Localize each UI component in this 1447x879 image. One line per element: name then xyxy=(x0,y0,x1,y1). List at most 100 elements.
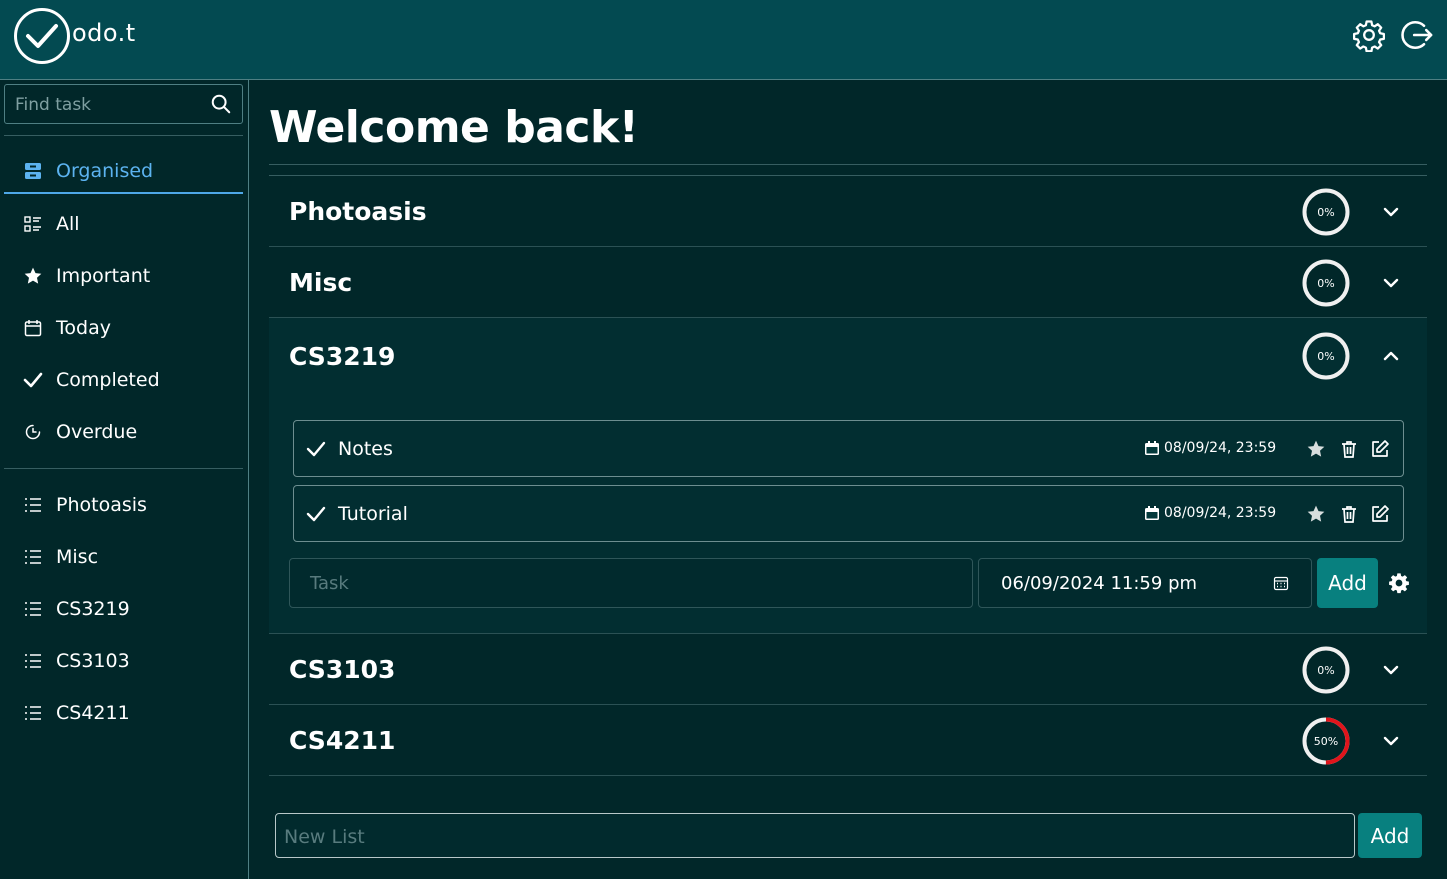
star-icon[interactable] xyxy=(1306,504,1326,524)
search-icon[interactable] xyxy=(210,93,232,115)
logout-icon[interactable] xyxy=(1400,18,1434,52)
due-date-input[interactable]: 06/09/2024 11:59 pm xyxy=(978,558,1312,608)
chevron-down-icon[interactable] xyxy=(1381,202,1401,222)
progress-label: 0% xyxy=(1317,277,1334,290)
progress-ring: 0% xyxy=(1301,258,1351,308)
task-due-date: 08/09/24, 23:59 xyxy=(1144,440,1276,456)
progress-label: 0% xyxy=(1317,664,1334,677)
list-row-misc[interactable]: Misc 0% xyxy=(269,247,1427,318)
chevron-down-icon[interactable] xyxy=(1381,660,1401,680)
sidebar-item-label: CS3103 xyxy=(56,650,130,672)
list-name: Photoasis xyxy=(289,197,427,226)
list-icon xyxy=(23,599,43,619)
sidebar-divider xyxy=(4,468,243,469)
progress-ring: 50% xyxy=(1301,716,1351,766)
task-item[interactable]: Tutorial 08/09/24, 23:59 xyxy=(293,485,1404,542)
check-icon[interactable] xyxy=(306,440,326,458)
task-item[interactable]: Notes 08/09/24, 23:59 xyxy=(293,420,1404,477)
list-name: CS4211 xyxy=(289,726,396,755)
trash-icon[interactable] xyxy=(1339,439,1359,459)
new-list-placeholder: New List xyxy=(284,826,365,848)
sidebar-item-cs4211[interactable]: CS4211 xyxy=(4,691,243,735)
clock-icon xyxy=(23,422,43,442)
check-icon xyxy=(23,370,43,390)
task-due-text: 08/09/24, 23:59 xyxy=(1164,505,1277,521)
sidebar-item-misc[interactable]: Misc xyxy=(4,535,243,579)
logo-text: odo.t xyxy=(72,19,136,47)
star-icon xyxy=(23,266,43,286)
progress-ring: 0% xyxy=(1301,187,1351,237)
search-input[interactable]: Find task xyxy=(15,95,91,115)
progress-ring: 0% xyxy=(1301,331,1351,381)
sidebar-item-organised[interactable]: Organised xyxy=(4,150,243,194)
progress-label: 50% xyxy=(1314,735,1338,748)
search-box[interactable]: Find task xyxy=(4,84,243,124)
sidebar-item-completed[interactable]: Completed xyxy=(4,358,243,402)
sidebar-item-label: CS4211 xyxy=(56,702,130,724)
sidebar-item-label: CS3219 xyxy=(56,598,130,620)
chevron-down-icon[interactable] xyxy=(1381,273,1401,293)
sidebar-item-label: Important xyxy=(56,265,151,287)
progress-label: 0% xyxy=(1317,206,1334,219)
sidebar-item-important[interactable]: Important xyxy=(4,254,243,298)
list-name: CS3103 xyxy=(289,655,396,684)
sidebar: Find task Organised All Important Today … xyxy=(0,80,249,879)
sidebar-item-today[interactable]: Today xyxy=(4,306,243,350)
sidebar-divider xyxy=(4,135,243,136)
app-header: odo.t xyxy=(0,0,1447,80)
new-list-input[interactable]: New List xyxy=(275,813,1355,858)
task-settings-gear-icon[interactable] xyxy=(1388,572,1410,594)
add-task-button[interactable]: Add xyxy=(1317,558,1378,608)
progress-ring: 0% xyxy=(1301,645,1351,695)
sidebar-item-cs3219[interactable]: CS3219 xyxy=(4,587,243,631)
sidebar-item-label: Misc xyxy=(56,546,99,568)
edit-icon[interactable] xyxy=(1370,439,1390,459)
due-date-value: 06/09/2024 11:59 pm xyxy=(1001,573,1198,594)
task-due-date: 08/09/24, 23:59 xyxy=(1144,505,1276,521)
calendar-icon xyxy=(1144,505,1160,521)
task-name: Notes xyxy=(338,438,393,460)
calendar-picker-icon[interactable] xyxy=(1273,575,1289,591)
task-name: Tutorial xyxy=(338,503,408,525)
list-icon xyxy=(23,495,43,515)
sidebar-item-cs3103[interactable]: CS3103 xyxy=(4,639,243,683)
logo-check-icon xyxy=(14,8,70,64)
star-icon[interactable] xyxy=(1306,439,1326,459)
list-icon xyxy=(23,651,43,671)
edit-icon[interactable] xyxy=(1370,504,1390,524)
list-details-icon xyxy=(23,214,43,234)
sidebar-item-label: Completed xyxy=(56,369,160,391)
page-title: Welcome back! xyxy=(269,102,639,153)
check-icon[interactable] xyxy=(306,505,326,523)
list-row-cs4211[interactable]: CS4211 50% xyxy=(269,705,1427,776)
list-name[interactable]: CS3219 xyxy=(289,342,395,371)
calendar-icon xyxy=(1144,440,1160,456)
sidebar-item-photoasis[interactable]: Photoasis xyxy=(4,483,243,527)
calendar-icon xyxy=(23,318,43,338)
app-logo[interactable]: odo.t xyxy=(14,8,136,64)
sidebar-item-label: Photoasis xyxy=(56,494,147,516)
sidebar-item-label: Overdue xyxy=(56,421,138,443)
new-task-input[interactable]: Task xyxy=(289,558,973,608)
sidebar-item-label: All xyxy=(56,213,80,235)
list-panel-cs3219: CS3219 0% Notes 08/09/24, 23:59 Tutorial… xyxy=(269,318,1427,634)
chevron-up-icon[interactable] xyxy=(1381,346,1401,366)
list-name: Misc xyxy=(289,268,353,297)
main-content: Welcome back! Photoasis 0% Misc 0% CS321… xyxy=(249,80,1447,879)
sidebar-item-all[interactable]: All xyxy=(4,202,243,246)
task-due-text: 08/09/24, 23:59 xyxy=(1164,440,1277,456)
new-task-placeholder: Task xyxy=(310,573,349,594)
list-icon xyxy=(23,703,43,723)
chevron-down-icon[interactable] xyxy=(1381,731,1401,751)
trash-icon[interactable] xyxy=(1339,504,1359,524)
sidebar-item-label: Organised xyxy=(56,160,154,182)
organised-icon xyxy=(23,161,43,181)
sidebar-item-label: Today xyxy=(56,317,111,339)
add-list-button[interactable]: Add xyxy=(1358,813,1422,858)
title-divider xyxy=(269,164,1427,165)
list-row-cs3103[interactable]: CS3103 0% xyxy=(269,634,1427,705)
gear-icon[interactable] xyxy=(1352,18,1386,52)
list-icon xyxy=(23,547,43,567)
list-row-photoasis[interactable]: Photoasis 0% xyxy=(269,176,1427,247)
sidebar-item-overdue[interactable]: Overdue xyxy=(4,410,243,454)
